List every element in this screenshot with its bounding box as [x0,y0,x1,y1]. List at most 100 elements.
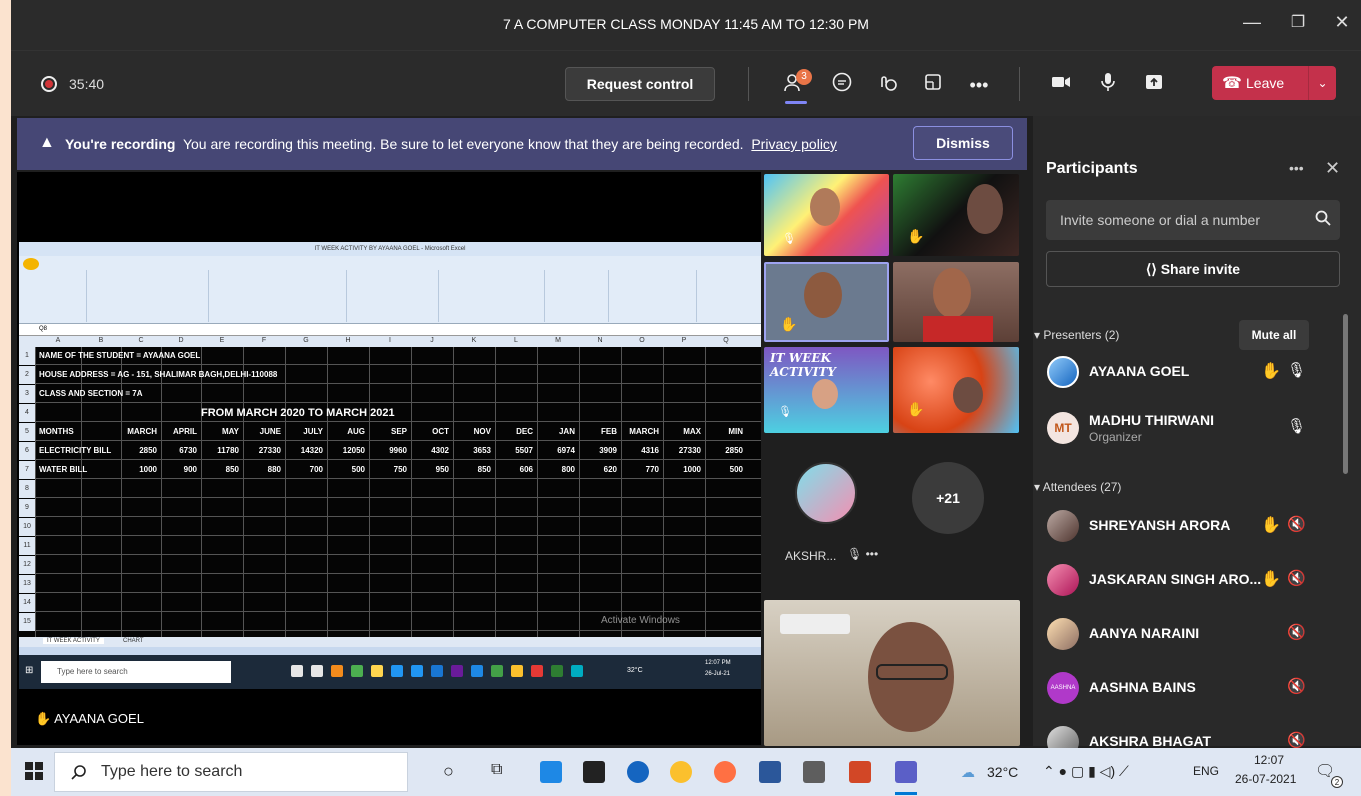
table-cell[interactable]: OCT [411,423,449,441]
table-cell[interactable]: SEP [369,423,407,441]
presenters-header[interactable]: ▾ Presenters (2) [1034,328,1119,342]
minimize-icon[interactable]: — [1239,12,1265,33]
tray-icons[interactable]: ⌃ ● ▢ ▮ ◁) ⟋ [1043,763,1129,780]
teams-icon[interactable] [895,761,917,783]
participant-row[interactable]: AYAANA GOEL ✋ 🎙 [1047,348,1317,400]
share-invite-button[interactable]: ⟨⟩ Share invite [1046,251,1340,287]
request-control-button[interactable]: Request control [565,67,715,101]
video-tile[interactable]: ✋ [893,347,1019,433]
firefox-icon[interactable] [714,761,736,783]
table-cell[interactable]: 606 [495,461,533,479]
video-tile[interactable]: 🎙 [764,174,889,256]
share-screen-icon[interactable] [1140,71,1168,99]
table-cell[interactable]: 770 [621,461,659,479]
dismiss-button[interactable]: Dismiss [913,126,1013,160]
table-cell[interactable]: 500 [327,461,365,479]
column-header[interactable]: I [369,337,411,344]
row-number[interactable]: 4 [19,404,35,422]
sheet-tab-it-week[interactable]: IT WEEK ACTIVITY [43,638,104,644]
video-tile[interactable]: IT WEEK ACTIVITY 🎙 [764,347,889,433]
video-tile[interactable] [893,262,1019,342]
avatar[interactable] [795,462,857,524]
table-cell[interactable]: DEC [495,423,533,441]
row-number[interactable]: 15 [19,613,35,631]
cortana-icon[interactable]: ○ [443,761,454,782]
table-cell[interactable]: 27330 [243,442,281,460]
column-header[interactable]: H [327,337,369,344]
table-cell[interactable]: 6730 [161,442,197,460]
participant-row[interactable]: JASKARAN SINGH ARO... ✋ 🔇 [1047,556,1317,608]
app-icon[interactable] [803,761,825,783]
table-cell[interactable]: 14320 [285,442,323,460]
invite-input[interactable]: Invite someone or dial a number [1046,200,1340,240]
sheet-tab-chart[interactable]: CHART [119,638,148,644]
edge-icon[interactable] [627,761,649,783]
privacy-policy-link[interactable]: Privacy policy [751,136,837,152]
cell-label[interactable]: CLASS AND SECTION = 7A [39,385,143,403]
row-number[interactable]: 10 [19,518,35,536]
task-view-icon[interactable]: ⧉ [491,761,502,779]
leave-button[interactable]: ☎ Leave ⌄ [1212,66,1336,100]
store-icon[interactable] [583,761,605,783]
row-number[interactable]: 1 [19,347,35,365]
table-cell[interactable]: 700 [285,461,323,479]
rooms-icon[interactable] [919,71,947,99]
attendees-header[interactable]: ▾ Attendees (27) [1034,480,1121,494]
table-cell[interactable]: 2850 [121,442,157,460]
column-header[interactable]: A [35,337,81,344]
cell-label[interactable]: WATER BILL [39,461,87,479]
table-cell[interactable]: 5507 [495,442,533,460]
cell-label[interactable]: ELECTRICITY BILL [39,442,111,460]
row-number[interactable]: 7 [19,461,35,479]
participant-row[interactable]: AASHNA AASHNA BAINS 🔇 [1047,664,1317,716]
table-cell[interactable]: JUNE [243,423,281,441]
video-tile-active[interactable]: ✋ [764,262,889,342]
cell-label[interactable]: HOUSE ADDRESS = AG - 151, SHALIMAR BAGH,… [39,366,277,384]
table-cell[interactable]: 850 [453,461,491,479]
reactions-icon[interactable] [873,71,901,99]
table-cell[interactable]: MAX [663,423,701,441]
table-cell[interactable]: AUG [327,423,365,441]
table-cell[interactable]: MAY [201,423,239,441]
search-icon[interactable] [1315,210,1331,231]
more-options-icon[interactable]: ••• [965,71,993,99]
restore-icon[interactable]: ❐ [1285,12,1311,32]
row-number[interactable]: 5 [19,423,35,441]
table-cell[interactable]: 1000 [663,461,701,479]
row-number[interactable]: 2 [19,366,35,384]
table-cell[interactable]: 6974 [537,442,575,460]
video-tile-self[interactable] [764,600,1020,746]
row-number[interactable]: 9 [19,499,35,517]
row-number[interactable]: 11 [19,537,35,555]
table-cell[interactable]: 12050 [327,442,365,460]
row-number[interactable]: 8 [19,480,35,498]
range-heading[interactable]: FROM MARCH 2020 TO MARCH 2021 [201,404,395,422]
cell-label[interactable]: NAME OF THE STUDENT = AYAANA GOEL [39,347,200,365]
close-icon[interactable]: ✕ [1325,158,1340,179]
row-number[interactable]: 6 [19,442,35,460]
row-number[interactable]: 12 [19,556,35,574]
column-header[interactable]: C [121,337,161,344]
formula-bar[interactable]: Q8 [19,324,761,336]
chevron-down-icon[interactable]: ⌄ [1308,66,1336,100]
table-cell[interactable]: 3653 [453,442,491,460]
weather-temp[interactable]: 32°C [987,764,1018,780]
video-tile[interactable]: ✋ [893,174,1019,256]
taskbar-search[interactable]: Type here to search [54,752,408,792]
column-header[interactable]: D [161,337,201,344]
table-cell[interactable]: NOV [453,423,491,441]
column-header[interactable]: J [411,337,453,344]
table-cell[interactable]: MARCH [621,423,659,441]
table-cell[interactable]: 900 [161,461,197,479]
table-cell[interactable]: 620 [579,461,617,479]
table-cell[interactable]: 1000 [121,461,157,479]
row-number[interactable]: 13 [19,575,35,593]
column-header[interactable]: Q [705,337,747,344]
table-cell[interactable]: 750 [369,461,407,479]
column-header[interactable]: M [537,337,579,344]
column-header[interactable]: P [663,337,705,344]
column-header[interactable]: F [243,337,285,344]
row-number[interactable]: 3 [19,385,35,403]
table-cell[interactable]: 850 [201,461,239,479]
table-cell[interactable]: JULY [285,423,323,441]
